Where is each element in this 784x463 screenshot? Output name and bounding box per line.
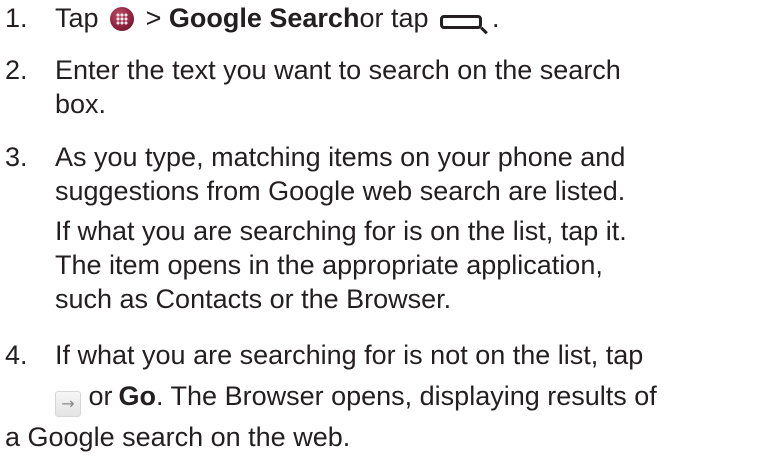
step-text-line: suggestions from Google web search are l… <box>55 176 626 206</box>
tap-label: Tap <box>55 3 99 33</box>
step-text-line: As you type, matching items on your phon… <box>55 142 626 172</box>
period: . <box>492 3 500 33</box>
step-text: Tap > Google Searchor tap . <box>55 1 500 35</box>
apps-launcher-icon <box>110 7 135 31</box>
arrow-right-icon: → <box>55 391 81 417</box>
step-text-line: If what you are searching for is not on … <box>55 340 644 370</box>
search-key-icon <box>440 15 482 29</box>
go-label: Go <box>118 381 157 411</box>
step-text-line: box. <box>55 89 107 119</box>
step-text-line: such as Contacts or the Browser. <box>55 284 452 314</box>
step-text-line: If what you are searching for is on the … <box>55 216 627 246</box>
or-label: or <box>88 381 113 411</box>
or-tap-label: or tap <box>359 3 429 33</box>
step-number: 2. <box>5 55 28 85</box>
step-number: 1. <box>5 3 28 33</box>
step-text-line: Enter the text you want to search on the… <box>55 55 621 85</box>
browser-opens-text: . The Browser opens, displaying results … <box>156 381 657 411</box>
step-number: 4. <box>5 340 28 370</box>
step-text-line: → or Go. The Browser opens, displaying re… <box>55 379 657 417</box>
step-text-line: a Google search on the web. <box>5 422 351 452</box>
separator: > <box>145 3 162 33</box>
step-text-line: The item opens in the appropriate applic… <box>55 250 603 280</box>
google-search-label: Google Search <box>168 3 360 33</box>
step-number: 3. <box>5 142 28 172</box>
